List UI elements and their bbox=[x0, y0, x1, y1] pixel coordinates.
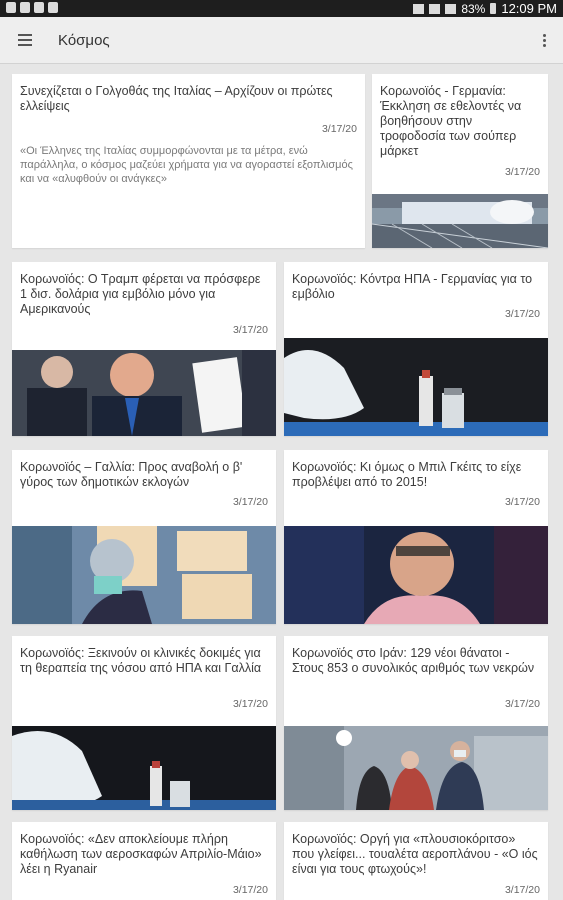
more-options-icon[interactable] bbox=[543, 34, 547, 48]
gallery-icon bbox=[20, 2, 30, 13]
news-image bbox=[12, 526, 276, 624]
news-image bbox=[12, 726, 276, 810]
news-title: Κορωνοϊός: Ο Τραμπ φέρεται να πρόσφερε 1… bbox=[20, 272, 261, 316]
news-image bbox=[284, 726, 548, 810]
news-date: 3/17/20 bbox=[504, 308, 540, 320]
news-date: 3/17/20 bbox=[504, 166, 540, 178]
menu-icon[interactable] bbox=[18, 34, 32, 46]
news-title: Κορωνοϊός: «Δεν αποκλείουμε πλήρη καθήλω… bbox=[20, 832, 262, 876]
news-card[interactable]: Κορωνοϊός: Οργή για «πλουσιοκόριτσο» που… bbox=[284, 822, 548, 900]
news-title: Κορωνοϊός στο Ιράν: 129 νέοι θάνατοι - Σ… bbox=[292, 646, 535, 675]
news-date: 3/17/20 bbox=[232, 496, 268, 508]
wifi-icon bbox=[429, 3, 441, 14]
news-date: 3/17/20 bbox=[504, 698, 540, 710]
news-title: Κορωνοϊός - Γερμανία: Έκκληση σε εθελοντ… bbox=[380, 84, 522, 158]
notification-icons bbox=[6, 2, 58, 13]
news-card[interactable]: Κορωνοϊός - Γερμανία: Έκκληση σε εθελοντ… bbox=[372, 74, 548, 248]
image-icon bbox=[6, 2, 16, 13]
battery-icon bbox=[490, 3, 497, 14]
news-title: Κορωνοϊός – Γαλλία: Προς αναβολή ο β' γύ… bbox=[20, 460, 243, 489]
news-snippet: «Οι Έλληνες της Ιταλίας συμμορφώνονται μ… bbox=[20, 145, 353, 185]
news-date: 3/17/20 bbox=[232, 324, 268, 336]
game-icon bbox=[48, 2, 58, 13]
news-date: 3/17/20 bbox=[232, 884, 268, 896]
page-title: Κόσμος bbox=[58, 32, 110, 49]
signal-icon bbox=[445, 3, 457, 14]
news-title: Κορωνοϊός: Οργή για «πλουσιοκόριτσο» που… bbox=[292, 832, 538, 876]
news-title: Κορωνοϊός: Κι όμως ο Μπιλ Γκέιτς το είχε… bbox=[292, 460, 522, 489]
mute-icon bbox=[413, 3, 425, 14]
news-card[interactable]: Κορωνοϊός: Ξεκινούν οι κλινικές δοκιμές … bbox=[12, 636, 276, 810]
news-image bbox=[284, 338, 548, 436]
news-date: 3/17/20 bbox=[321, 123, 357, 135]
battery-percent: 83% bbox=[461, 1, 486, 16]
news-title: Συνεχίζεται ο Γολγοθάς της Ιταλίας – Αρχ… bbox=[20, 84, 333, 113]
news-card[interactable]: Κορωνοϊός: Κόντρα ΗΠΑ - Γερμανίας για το… bbox=[284, 262, 548, 436]
news-card[interactable]: Κορωνοϊός: «Δεν αποκλείουμε πλήρη καθήλω… bbox=[12, 822, 276, 900]
message-icon bbox=[34, 2, 44, 13]
news-date: 3/17/20 bbox=[504, 884, 540, 896]
news-title: Κορωνοϊός: Κόντρα ΗΠΑ - Γερμανίας για το… bbox=[292, 272, 533, 301]
news-card[interactable]: Κορωνοϊός – Γαλλία: Προς αναβολή ο β' γύ… bbox=[12, 450, 276, 624]
news-image bbox=[284, 526, 548, 624]
news-date: 3/17/20 bbox=[232, 698, 268, 710]
news-date: 3/17/20 bbox=[504, 496, 540, 508]
news-card[interactable]: Κορωνοϊός: Κι όμως ο Μπιλ Γκέιτς το είχε… bbox=[284, 450, 548, 624]
news-card[interactable]: Κορωνοϊός στο Ιράν: 129 νέοι θάνατοι - Σ… bbox=[284, 636, 548, 810]
status-bar: 83% 12:09 PM bbox=[0, 0, 563, 17]
app-bar: Κόσμος bbox=[0, 17, 563, 64]
news-card[interactable]: Συνεχίζεται ο Γολγοθάς της Ιταλίας – Αρχ… bbox=[12, 74, 365, 248]
news-card[interactable]: Κορωνοϊός: Ο Τραμπ φέρεται να πρόσφερε 1… bbox=[12, 262, 276, 436]
clock: 12:09 PM bbox=[501, 1, 557, 16]
news-title: Κορωνοϊός: Ξεκινούν οι κλινικές δοκιμές … bbox=[20, 646, 262, 675]
news-image bbox=[12, 350, 276, 436]
news-image bbox=[372, 194, 548, 248]
